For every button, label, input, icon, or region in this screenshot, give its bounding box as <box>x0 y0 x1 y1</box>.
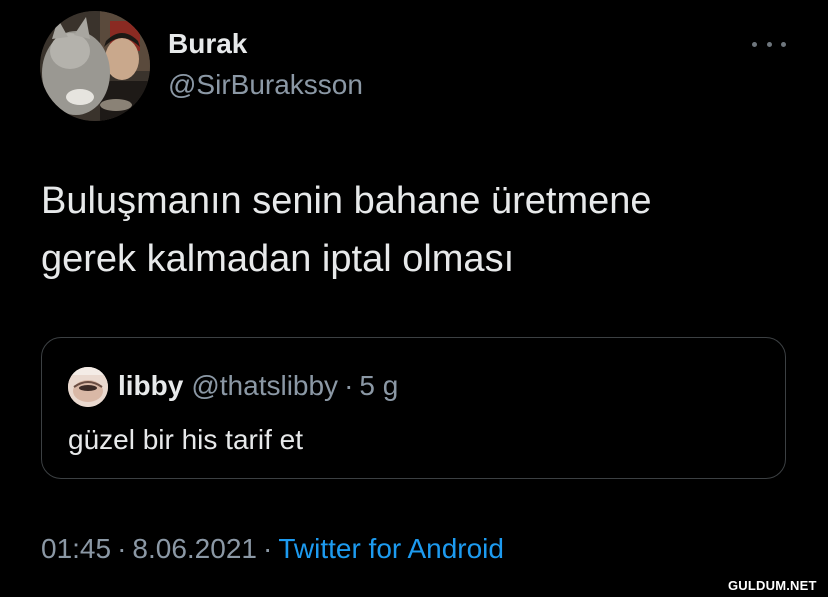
quoted-author-name[interactable]: libby <box>118 370 183 401</box>
quoted-timestamp[interactable]: 5 g <box>359 370 398 401</box>
author-handle[interactable]: @SirBuraksson <box>168 69 363 101</box>
quoted-separator: · <box>344 370 354 401</box>
tweet-time[interactable]: 01:45 <box>41 533 111 564</box>
tweet-meta: 01:45 · 8.06.2021 · Twitter for Android <box>41 531 504 567</box>
tweet-client-link[interactable]: Twitter for Android <box>278 533 504 564</box>
quoted-tweet[interactable]: libby @thatslibby · 5 g güzel bir his tarif… <box>41 337 786 479</box>
watermark: GULDUM.NET <box>728 578 817 593</box>
meta-separator: · <box>262 533 273 564</box>
author-display-name[interactable]: Burak <box>168 28 247 60</box>
quoted-avatar-photo-icon <box>68 367 108 407</box>
author-avatar[interactable] <box>40 11 150 121</box>
avatar-photo-icon <box>40 11 150 121</box>
quoted-text: güzel bir his tarif et <box>68 424 303 455</box>
tweet-text: Buluşmanın senin bahane üretmene gerek k… <box>41 172 801 288</box>
tweet-text-line: Buluşmanın senin bahane üretmene <box>41 180 652 222</box>
quoted-header: libby @thatslibby · 5 g <box>118 368 398 404</box>
quoted-author-avatar[interactable] <box>68 367 108 407</box>
meta-separator: · <box>117 533 127 564</box>
more-dot-icon <box>781 41 786 47</box>
quoted-author-handle[interactable]: @thatslibby <box>191 370 338 401</box>
more-options-button[interactable] <box>752 32 786 56</box>
tweet-date[interactable]: 8.06.2021 <box>132 533 257 564</box>
more-dot-icon <box>766 41 772 47</box>
more-dot-icon <box>752 41 757 47</box>
tweet-text-line: gerek kalmadan iptal olması <box>41 238 515 280</box>
